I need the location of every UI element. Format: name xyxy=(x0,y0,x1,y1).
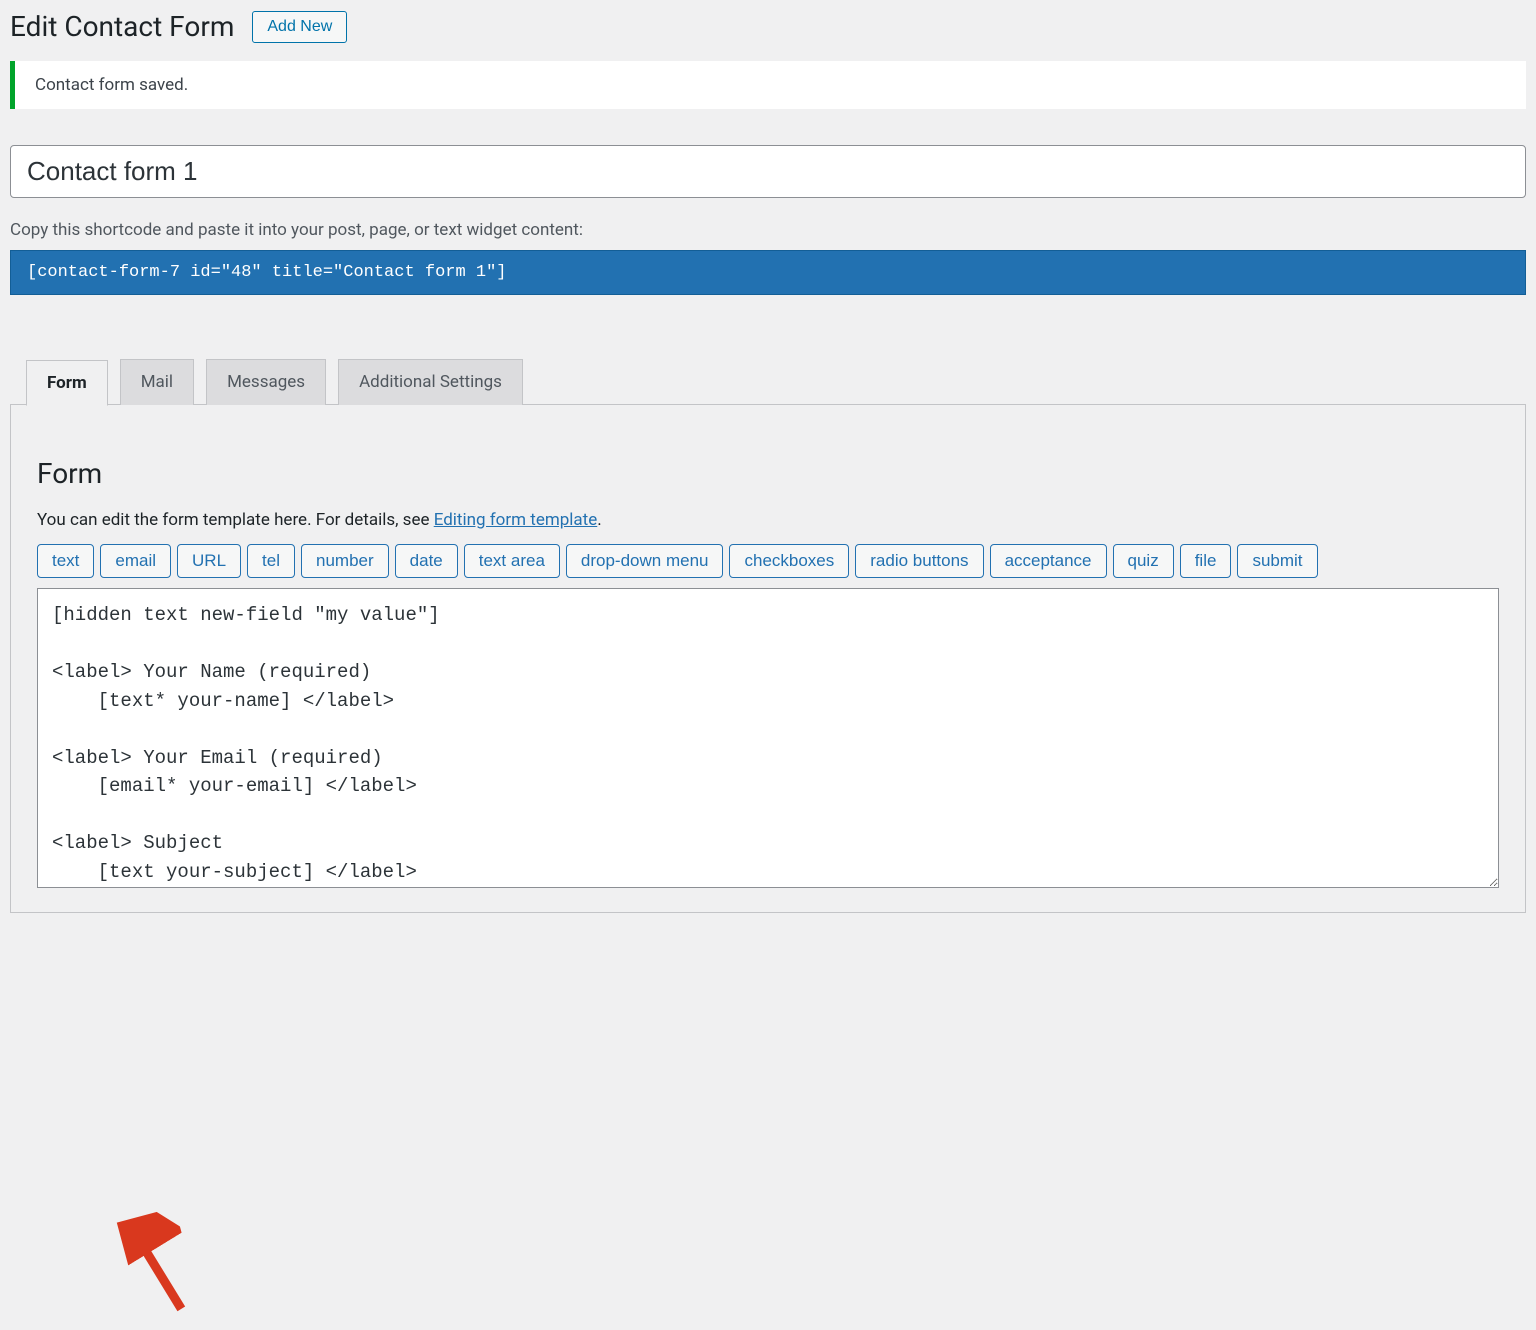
tag-button-checkboxes[interactable]: checkboxes xyxy=(729,544,849,578)
tag-button-text[interactable]: text xyxy=(37,544,94,578)
notice-saved: Contact form saved. xyxy=(10,61,1526,109)
tag-button-URL[interactable]: URL xyxy=(177,544,241,578)
tab-mail[interactable]: Mail xyxy=(120,359,194,405)
tag-button-radio-buttons[interactable]: radio buttons xyxy=(855,544,983,578)
tab-panel-form: Form You can edit the form template here… xyxy=(10,404,1526,913)
tag-button-file[interactable]: file xyxy=(1180,544,1232,578)
tag-button-acceptance[interactable]: acceptance xyxy=(990,544,1107,578)
tag-button-number[interactable]: number xyxy=(301,544,389,578)
tag-button-text-area[interactable]: text area xyxy=(464,544,560,578)
tag-button-tel[interactable]: tel xyxy=(247,544,295,578)
editing-form-template-link[interactable]: Editing form template xyxy=(434,510,598,530)
form-section-description: You can edit the form template here. For… xyxy=(37,510,1499,530)
tag-button-submit[interactable]: submit xyxy=(1237,544,1317,578)
tab-messages[interactable]: Messages xyxy=(206,359,326,405)
tag-button-email[interactable]: email xyxy=(100,544,171,578)
tag-button-quiz[interactable]: quiz xyxy=(1113,544,1174,578)
tag-button-date[interactable]: date xyxy=(395,544,458,578)
tab-additional-settings[interactable]: Additional Settings xyxy=(338,359,523,405)
tag-button-drop-down-menu[interactable]: drop-down menu xyxy=(566,544,724,578)
shortcode-label: Copy this shortcode and paste it into yo… xyxy=(10,220,1526,240)
annotation-arrow-icon xyxy=(117,1207,203,1329)
tab-form[interactable]: Form xyxy=(26,360,108,406)
form-title-input[interactable] xyxy=(10,145,1526,198)
page-title: Edit Contact Form xyxy=(10,10,234,43)
shortcode-value[interactable]: [contact-form-7 id="48" title="Contact f… xyxy=(10,250,1526,295)
form-template-editor[interactable] xyxy=(37,588,1499,888)
tabs-container: Form Mail Messages Additional Settings Form… xyxy=(10,359,1526,913)
add-new-button[interactable]: Add New xyxy=(252,11,347,43)
form-section-heading: Form xyxy=(37,457,1499,490)
